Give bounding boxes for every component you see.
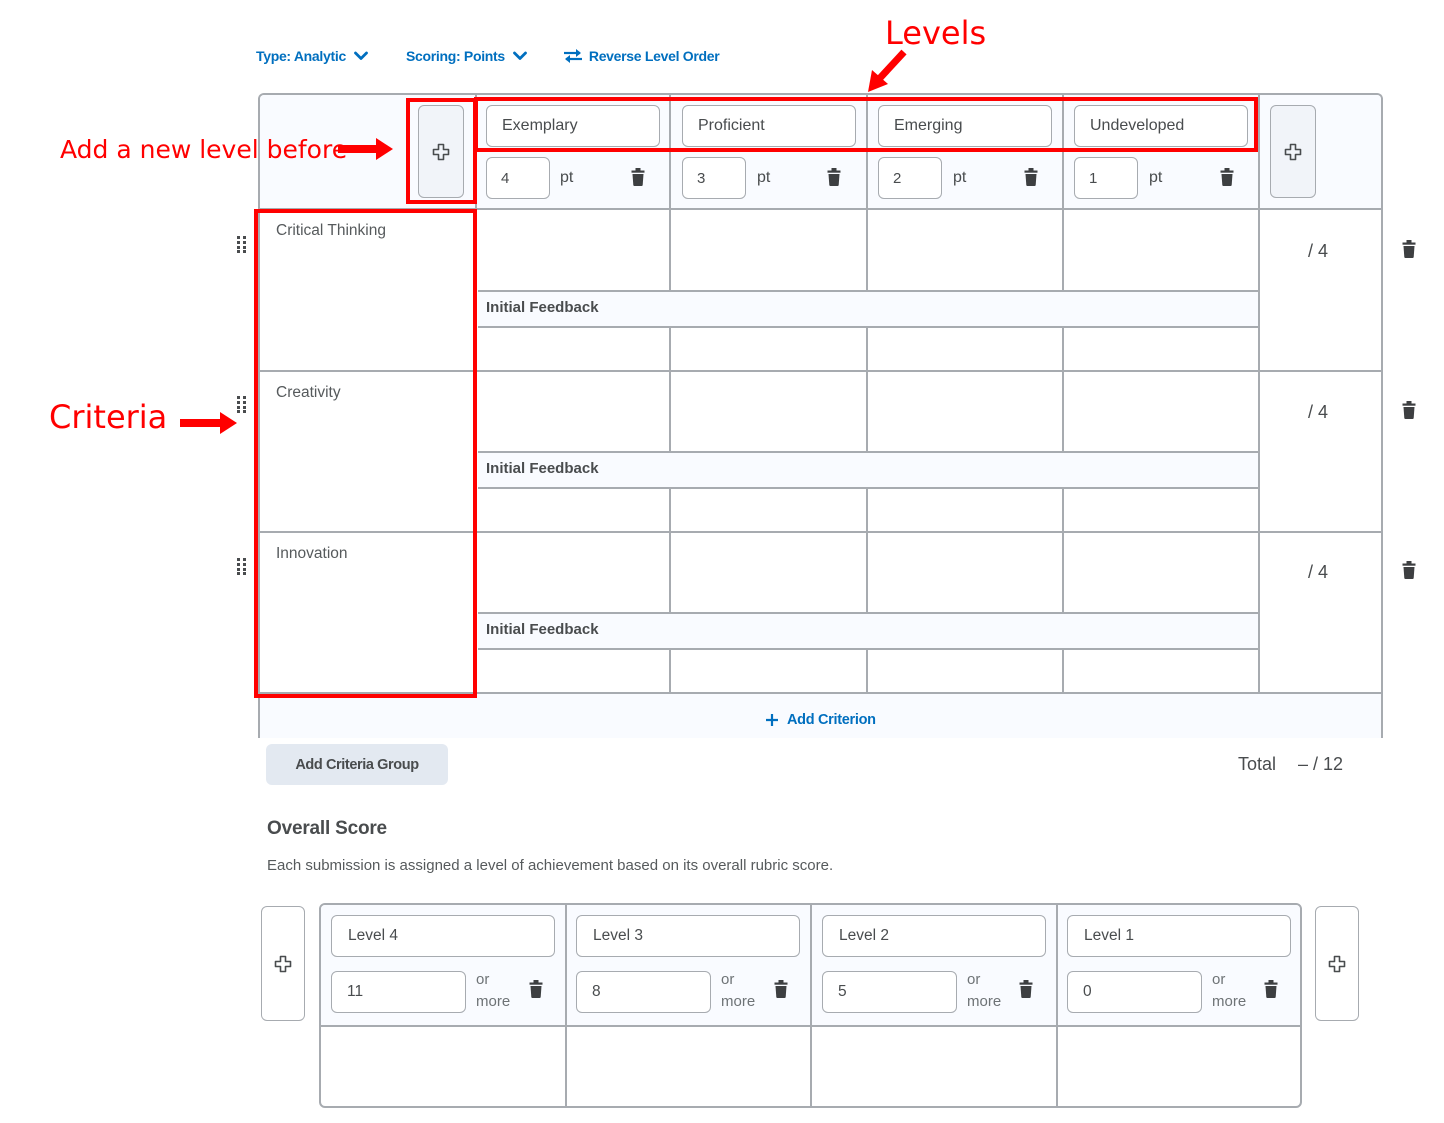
overall-level-min-input[interactable]: 8 bbox=[576, 971, 711, 1013]
overall-level-name-input[interactable]: Level 2 bbox=[822, 915, 1046, 957]
plus-icon bbox=[766, 714, 778, 726]
rubric-total: Total – / 12 bbox=[1238, 754, 1343, 775]
add-level-before-button[interactable] bbox=[418, 105, 464, 198]
initial-feedback-label: Initial Feedback bbox=[486, 621, 599, 638]
delete-overall-level-icon[interactable] bbox=[1019, 980, 1033, 998]
criterion-name[interactable]: Innovation bbox=[276, 545, 348, 563]
points-unit-label: pt bbox=[757, 169, 771, 186]
rubric-toolbar: Type: Analytic Scoring: Points Reverse L… bbox=[256, 46, 720, 66]
add-criterion-button[interactable]: Add Criterion bbox=[765, 712, 876, 728]
overall-score-table: Level 4 11 or more Level 3 8 or more Level… bbox=[319, 903, 1302, 1108]
add-overall-level-after-button[interactable] bbox=[1315, 906, 1359, 1021]
add-criteria-group-button[interactable]: Add Criteria Group bbox=[266, 744, 448, 785]
overall-level-min-input[interactable]: 0 bbox=[1067, 971, 1202, 1013]
points-unit-label: pt bbox=[953, 169, 967, 186]
add-criterion-label: Add Criterion bbox=[787, 712, 876, 728]
delete-criterion-icon[interactable] bbox=[1402, 401, 1416, 419]
scoring-dropdown[interactable]: Scoring: Points bbox=[406, 48, 527, 64]
drag-handle-icon[interactable] bbox=[236, 395, 248, 413]
type-dropdown-label: Type: Analytic bbox=[256, 48, 346, 64]
or-more-label: or more bbox=[721, 971, 756, 1010]
annotation-arrow-icon bbox=[868, 49, 907, 92]
reverse-level-order-button[interactable]: Reverse Level Order bbox=[563, 48, 720, 64]
level-points-input[interactable]: 1 bbox=[1074, 157, 1138, 199]
level-points-input[interactable]: 2 bbox=[878, 157, 942, 199]
points-unit-label: pt bbox=[1149, 169, 1163, 186]
delete-overall-level-icon[interactable] bbox=[774, 980, 788, 998]
criterion-score: / 4 bbox=[1308, 402, 1329, 422]
delete-level-icon[interactable] bbox=[631, 168, 645, 186]
initial-feedback-label: Initial Feedback bbox=[486, 460, 599, 477]
drag-handle-icon[interactable] bbox=[236, 235, 248, 253]
level-name-input[interactable]: Proficient bbox=[682, 105, 856, 147]
criterion-score: / 4 bbox=[1308, 562, 1329, 582]
criterion-name[interactable]: Creativity bbox=[276, 384, 341, 402]
type-dropdown[interactable]: Type: Analytic bbox=[256, 48, 368, 64]
plus-icon bbox=[1328, 955, 1346, 972]
delete-level-icon[interactable] bbox=[827, 168, 841, 186]
overall-level-min-input[interactable]: 5 bbox=[822, 971, 957, 1013]
level-points-input[interactable]: 4 bbox=[486, 157, 550, 199]
or-more-label: or more bbox=[476, 971, 511, 1010]
delete-level-icon[interactable] bbox=[1024, 168, 1038, 186]
annotation-levels-label: Levels bbox=[885, 14, 987, 52]
delete-criterion-icon[interactable] bbox=[1402, 240, 1416, 258]
overall-level-name-input[interactable]: Level 1 bbox=[1067, 915, 1291, 957]
annotation-add-level-label: Add a new level before bbox=[60, 135, 348, 164]
plus-icon bbox=[274, 955, 292, 972]
reverse-level-order-label: Reverse Level Order bbox=[588, 48, 720, 64]
level-name-input[interactable]: Undeveloped bbox=[1074, 105, 1248, 147]
chevron-down-icon bbox=[354, 51, 368, 60]
overall-level-min-input[interactable]: 11 bbox=[331, 971, 466, 1013]
level-name-input[interactable]: Emerging bbox=[878, 105, 1052, 147]
delete-overall-level-icon[interactable] bbox=[529, 980, 543, 998]
swap-arrows-icon bbox=[563, 49, 582, 63]
level-name-input[interactable]: Exemplary bbox=[486, 105, 660, 147]
rubric-table: Exemplary 4 pt Proficient 3 pt Emerging … bbox=[258, 93, 1383, 738]
or-more-label: or more bbox=[967, 971, 1002, 1010]
initial-feedback-label: Initial Feedback bbox=[486, 299, 599, 316]
delete-criterion-icon[interactable] bbox=[1402, 561, 1416, 579]
annotation-arrow-icon bbox=[338, 138, 393, 160]
criterion-name[interactable]: Critical Thinking bbox=[276, 222, 386, 240]
annotation-criteria-label: Criteria bbox=[49, 398, 168, 436]
level-points-input[interactable]: 3 bbox=[682, 157, 746, 199]
add-level-after-button[interactable] bbox=[1270, 105, 1316, 198]
points-unit-label: pt bbox=[560, 169, 574, 186]
add-overall-level-before-button[interactable] bbox=[261, 906, 305, 1021]
drag-handle-icon[interactable] bbox=[236, 557, 248, 575]
chevron-down-icon bbox=[512, 51, 527, 60]
annotation-arrow-icon bbox=[180, 412, 237, 434]
overall-level-name-input[interactable]: Level 3 bbox=[576, 915, 800, 957]
or-more-label: or more bbox=[1212, 971, 1247, 1010]
plus-icon bbox=[1284, 143, 1302, 160]
criterion-score: / 4 bbox=[1308, 241, 1329, 261]
scoring-dropdown-label: Scoring: Points bbox=[405, 48, 505, 64]
overall-score-description: Each submission is assigned a level of a… bbox=[267, 857, 834, 874]
plus-icon bbox=[432, 143, 450, 160]
overall-level-name-input[interactable]: Level 4 bbox=[331, 915, 555, 957]
total-value: – / 12 bbox=[1298, 754, 1344, 774]
total-label: Total bbox=[1238, 754, 1277, 774]
delete-level-icon[interactable] bbox=[1220, 168, 1234, 186]
overall-score-heading: Overall Score bbox=[267, 818, 387, 839]
delete-overall-level-icon[interactable] bbox=[1264, 980, 1278, 998]
